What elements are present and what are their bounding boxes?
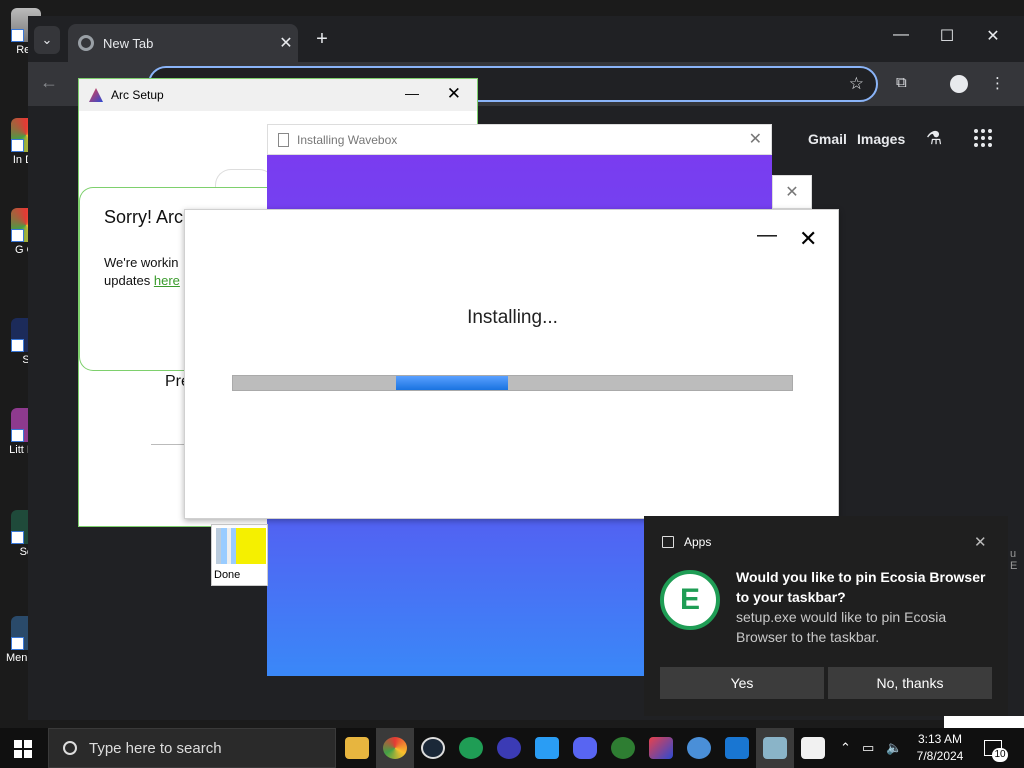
labs-flask-icon[interactable]: ⚗ bbox=[926, 128, 942, 149]
tab-strip: ⌄ New Tab ✕ + — ☐ ✕ bbox=[28, 16, 1024, 62]
arc-logo-icon bbox=[89, 88, 103, 102]
minimize-icon: — bbox=[893, 26, 909, 43]
wavebox-close-button[interactable]: ✕ bbox=[749, 129, 762, 149]
google-apps-icon[interactable] bbox=[974, 129, 992, 147]
ecosia-logo-icon: E bbox=[660, 570, 720, 630]
arc-minimize-button[interactable]: — bbox=[405, 85, 419, 101]
tab-new-tab[interactable]: New Tab ✕ bbox=[68, 24, 298, 62]
maximize-icon: ☐ bbox=[939, 28, 955, 45]
back-arrow-icon[interactable]: ← bbox=[40, 72, 58, 93]
close-icon: ✕ bbox=[785, 184, 799, 201]
network-icon[interactable]: ▭ bbox=[862, 740, 874, 756]
discord-icon[interactable] bbox=[573, 737, 597, 759]
maximize-button[interactable]: ☐ bbox=[924, 26, 970, 46]
done-window-fragment: Done bbox=[211, 524, 268, 586]
search-placeholder: Type here to search bbox=[89, 739, 222, 757]
volume-muted-icon[interactable]: 🔈 bbox=[886, 740, 902, 756]
installer-close-button[interactable]: ✕ bbox=[799, 226, 817, 252]
installer-minimize-button[interactable]: — bbox=[757, 224, 777, 247]
bookmark-star-icon[interactable]: ☆ bbox=[849, 74, 864, 94]
chevron-up-icon[interactable]: ⌃ bbox=[840, 740, 851, 756]
tab-title: New Tab bbox=[103, 35, 154, 51]
wavebox-titlebar: Installing Wavebox bbox=[267, 124, 772, 155]
more-menu-icon[interactable]: ⋮ bbox=[990, 74, 1005, 92]
plus-icon: + bbox=[316, 28, 328, 50]
pin-notification-toast: Apps ✕ E Would you like to pin Ecosia Br… bbox=[644, 516, 1008, 716]
chevron-down-icon: ⌄ bbox=[41, 32, 53, 47]
globe-icon[interactable] bbox=[611, 737, 635, 759]
clock-time: 3:13 AM bbox=[917, 732, 963, 746]
installer-icon[interactable] bbox=[763, 737, 787, 759]
clock-date: 7/8/2024 bbox=[916, 749, 964, 763]
download-icon[interactable] bbox=[725, 737, 749, 759]
document-icon bbox=[278, 132, 289, 147]
start-button[interactable] bbox=[14, 740, 32, 758]
arc-setup-title: Arc Setup bbox=[111, 88, 164, 102]
ecosia-logo-letter: E bbox=[679, 583, 700, 616]
file-explorer-icon[interactable] bbox=[345, 737, 369, 759]
profile-avatar-icon[interactable] bbox=[950, 75, 968, 93]
no-thanks-button[interactable]: No, thanks bbox=[828, 667, 992, 699]
background-window-close-button[interactable]: ✕ bbox=[772, 175, 812, 209]
arc-message-prefix: updates bbox=[104, 273, 154, 288]
chrome-icon[interactable] bbox=[383, 737, 407, 759]
close-icon: ✕ bbox=[986, 28, 1000, 45]
app-icon[interactable] bbox=[497, 737, 521, 759]
arc-divider bbox=[151, 444, 185, 445]
notification-count-badge: 10 bbox=[992, 748, 1008, 762]
notepad-icon[interactable] bbox=[801, 737, 825, 759]
done-window-graphic bbox=[216, 528, 266, 564]
toast-close-button[interactable]: ✕ bbox=[974, 533, 987, 551]
minimize-button[interactable]: — bbox=[878, 26, 924, 44]
arc-here-link[interactable]: here bbox=[154, 273, 180, 288]
arc-icon[interactable] bbox=[649, 737, 673, 759]
steam-icon[interactable] bbox=[421, 737, 445, 759]
background-text-fragment: u E bbox=[1010, 548, 1018, 572]
extensions-icon[interactable]: ⧉ bbox=[896, 74, 907, 91]
browser-icon[interactable] bbox=[687, 737, 711, 759]
arc-close-button[interactable]: ✕ bbox=[447, 84, 461, 104]
close-window-button[interactable]: ✕ bbox=[970, 26, 1016, 46]
toast-app-name: Apps bbox=[684, 535, 712, 549]
chrome-favicon-icon bbox=[78, 35, 94, 51]
app-icon[interactable] bbox=[459, 737, 483, 759]
toast-body: setup.exe would like to pin Ecosia Brows… bbox=[736, 609, 947, 645]
taskbar: Type here to search ⌃ ▭ 🔈 3:13 AM 7/8/20… bbox=[0, 728, 1024, 768]
gmail-link[interactable]: Gmail bbox=[808, 131, 847, 147]
tab-search-button[interactable]: ⌄ bbox=[34, 26, 60, 54]
arc-heading: Sorry! Arc bbox=[104, 207, 184, 227]
taskbar-search[interactable]: Type here to search bbox=[48, 728, 336, 768]
yes-button[interactable]: Yes bbox=[660, 667, 824, 699]
search-icon bbox=[63, 741, 77, 755]
done-label: Done bbox=[214, 569, 241, 581]
new-tab-button[interactable]: + bbox=[310, 28, 334, 51]
background-window-fragment bbox=[944, 716, 1024, 728]
clock[interactable]: 3:13 AM 7/8/2024 bbox=[908, 731, 972, 765]
arc-message-line1: We're workin bbox=[104, 255, 179, 270]
installing-dialog: — ✕ Installing... bbox=[184, 209, 839, 519]
wavebox-title: Installing Wavebox bbox=[297, 132, 398, 147]
close-tab-icon[interactable]: ✕ bbox=[274, 33, 298, 53]
window-app-icon[interactable] bbox=[535, 737, 559, 759]
installing-status: Installing... bbox=[467, 307, 558, 328]
progress-chunk bbox=[396, 376, 508, 390]
apps-icon bbox=[662, 536, 674, 548]
progress-bar bbox=[232, 375, 793, 391]
toast-heading: Would you like to pin Ecosia Browser to … bbox=[736, 569, 986, 605]
arc-message-line2: updates here bbox=[104, 273, 180, 288]
images-link[interactable]: Images bbox=[857, 131, 905, 147]
